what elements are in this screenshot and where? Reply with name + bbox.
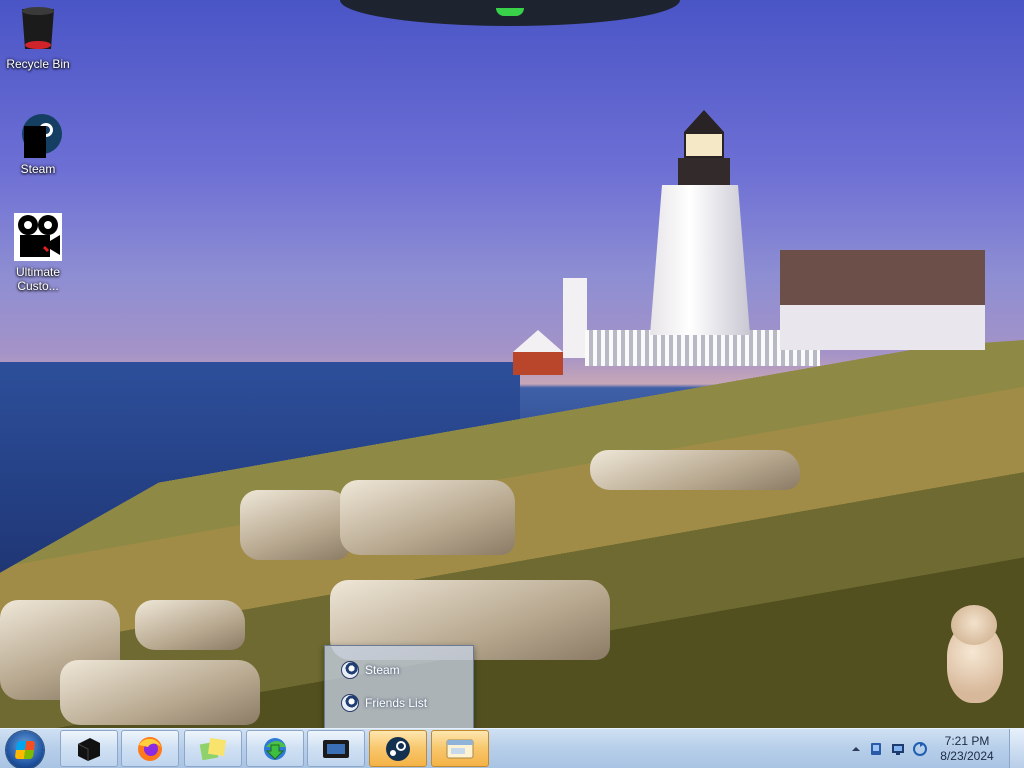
rock [340,480,515,555]
show-hidden-icons-arrow[interactable] [849,742,863,756]
clock[interactable]: 7:21 PM 8/23/2024 [932,734,1002,764]
taskbar-app-screen-capture[interactable] [307,730,365,767]
sticky-notes-icon [199,737,227,760]
jumplist-item-steam[interactable]: Steam [341,659,400,681]
desktop-icon-ultimate-custom[interactable]: Ultimate Custo... [3,213,73,293]
rock [590,450,800,490]
shed [513,330,563,375]
show-desktop-button[interactable] [1009,729,1024,768]
desktop-icon-label: Recycle Bin [6,57,70,71]
network-icon[interactable] [891,742,905,756]
windows-start-icon [14,741,36,759]
window-preview-icon [446,739,474,758]
jumplist-item-friends-list[interactable]: Friends List [341,692,427,714]
screen-capture-icon [323,739,349,758]
clock-time: 7:21 PM [944,734,990,748]
sync-icon[interactable] [913,742,927,756]
steam-icon [341,661,359,679]
lighthouse-lamp [678,110,730,185]
firefox-icon [138,736,162,761]
steam-icon [341,694,359,712]
jumplist-item-label: Steam [365,663,400,677]
taskbar-app-black-box[interactable] [60,730,118,767]
taskbar: 7:21 PM 8/23/2024 [0,728,1024,768]
taskbar-app-firefox[interactable] [121,730,179,767]
clock-date: 8/23/2024 [940,749,994,763]
keepers-house [780,250,985,350]
small-tower [563,278,587,358]
desktop-icon-label: Steam [20,162,56,176]
steam-icon [386,736,410,761]
internet-download-manager-icon [264,737,286,760]
rock [135,600,245,650]
lighthouse [650,185,750,335]
desktop-icon-label: Ultimate Custo... [15,265,60,293]
rock [240,490,350,560]
recycle-bin-icon [14,5,62,53]
taskbar-app-window-preview[interactable] [431,730,489,767]
jumplist-item-label: Friends List [365,696,428,710]
desktop-icon-steam[interactable]: Steam [3,110,73,176]
desktop: Recycle Bin Steam Ultimate Custo... Stea… [0,0,1024,768]
device-icon[interactable] [869,742,883,756]
top-notch [340,0,680,26]
taskbar-app-steam[interactable] [369,730,427,767]
rock [60,660,260,725]
start-button[interactable] [6,731,44,768]
steam-jump-list: Steam Friends List [324,645,474,729]
system-tray: 7:21 PM 8/23/2024 [839,729,1024,768]
ultimate-custom-icon [14,213,62,261]
hamster-desktop-pet[interactable] [945,605,1005,705]
desktop-icon-recycle-bin[interactable]: Recycle Bin [3,5,73,71]
taskbar-app-download-manager[interactable] [246,730,304,767]
taskbar-app-sticky-notes[interactable] [184,730,242,767]
steam-icon [14,110,62,158]
black-box-icon [77,737,100,761]
